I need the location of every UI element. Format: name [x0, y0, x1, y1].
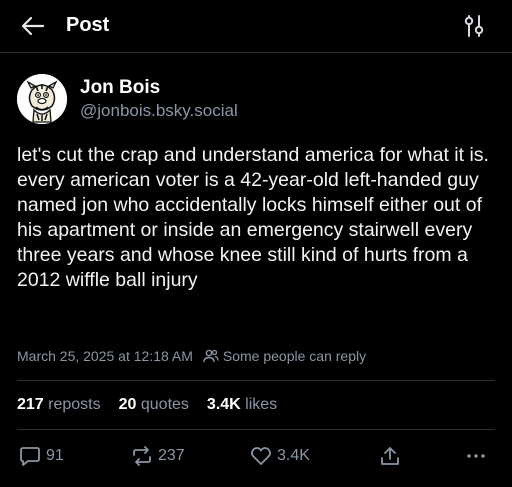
post-page: Post Jon Bois @jonbois.bsky.social let's…: [0, 0, 512, 487]
page-title: Post: [66, 14, 110, 36]
action-bar: 91 237 3.4K: [0, 441, 512, 471]
top-bar: Post: [0, 0, 512, 53]
likes-label: likes: [245, 396, 278, 413]
speech-bubble-icon: [20, 447, 40, 466]
quotes-stat[interactable]: 20 quotes: [119, 396, 189, 414]
sliders-icon: [464, 15, 484, 37]
reposts-count: 217: [17, 396, 44, 413]
thread-options-button[interactable]: [460, 13, 488, 39]
heart-icon: [251, 447, 271, 465]
reposts-stat[interactable]: 217 reposts: [17, 396, 101, 414]
post-timestamp: March 25, 2025 at 12:18 AM: [17, 348, 193, 364]
repost-button[interactable]: 237: [131, 441, 185, 471]
like-count: 3.4K: [277, 447, 310, 464]
likes-count: 3.4K: [206, 396, 241, 413]
reply-count: 91: [46, 447, 64, 464]
back-button[interactable]: [19, 12, 47, 40]
reply-setting-button[interactable]: Some people can reply: [203, 348, 366, 364]
reply-setting-label: Some people can reply: [222, 348, 367, 364]
engagement-stats: 217 reposts 20 quotes 3.4K likes: [17, 394, 295, 416]
reposts-label: reposts: [48, 396, 101, 413]
author-display-name[interactable]: Jon Bois: [80, 77, 160, 99]
divider: [17, 380, 495, 381]
like-button[interactable]: 3.4K: [250, 441, 310, 471]
likes-stat[interactable]: 3.4K likes: [207, 396, 277, 414]
more-options-button[interactable]: [465, 441, 487, 471]
author-handle[interactable]: @jonbois.bsky.social: [80, 101, 238, 121]
avatar[interactable]: [17, 74, 67, 124]
share-button[interactable]: [379, 441, 401, 471]
divider: [17, 429, 495, 430]
reply-button[interactable]: 91: [19, 441, 64, 471]
quotes-count: 20: [118, 396, 137, 413]
share-icon: [381, 447, 399, 465]
quotes-label: quotes: [140, 396, 189, 413]
repost-arrows-icon: [133, 446, 151, 466]
arrow-left-icon: [21, 16, 45, 36]
ellipsis-icon: [467, 454, 485, 458]
post-meta: March 25, 2025 at 12:18 AM Some people c…: [17, 346, 366, 366]
cartoon-tiger-avatar: [17, 74, 67, 124]
people-icon: [203, 349, 219, 363]
repost-count: 237: [158, 447, 185, 464]
post-text: let's cut the crap and understand americ…: [17, 144, 489, 291]
